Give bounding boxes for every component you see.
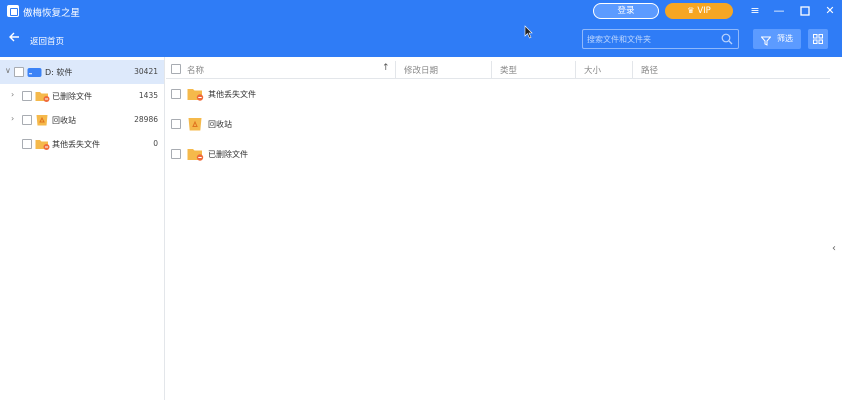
recycle-bin-icon (35, 114, 50, 126)
tree-item-label: 其他丢失文件 (52, 140, 100, 149)
tree-item-deleted-files[interactable]: › 已删除文件 1435 (0, 84, 164, 108)
column-divider[interactable] (632, 61, 633, 78)
view-toggle-button[interactable] (808, 29, 828, 49)
column-divider[interactable] (395, 61, 396, 78)
tree-item-label: 已删除文件 (52, 92, 92, 101)
column-modified-date[interactable]: 修改日期 (404, 64, 438, 76)
sort-ascending-icon[interactable]: ↑ (382, 63, 390, 73)
column-size[interactable]: 大小 (584, 64, 601, 76)
app-title: 傲梅恢复之星 (23, 8, 81, 19)
tree-item-label: D: 软件 (45, 68, 73, 77)
maximize-icon[interactable] (796, 3, 814, 19)
file-name: 回收站 (208, 120, 232, 129)
tree-item-count: 30421 (134, 67, 158, 76)
tree-checkbox[interactable] (22, 91, 32, 101)
drive-icon (27, 66, 42, 78)
login-button[interactable]: 登录 (593, 3, 659, 19)
tree-item-count: 28986 (134, 115, 158, 124)
file-name: 其他丢失文件 (208, 90, 256, 99)
tree-item-other-lost-files[interactable]: 其他丢失文件 0 (0, 132, 164, 156)
tree-checkbox[interactable] (14, 67, 24, 77)
tree-item-drive[interactable]: ∨ D: 软件 30421 (0, 60, 164, 84)
search-box (582, 29, 739, 49)
chevron-right-icon[interactable]: › (11, 114, 14, 123)
tree-item-count: 0 (153, 139, 158, 148)
select-all-checkbox[interactable] (171, 64, 181, 74)
vip-button[interactable]: ♛ VIP (665, 3, 733, 19)
mouse-cursor-icon (524, 25, 533, 42)
column-path[interactable]: 路径 (641, 64, 658, 76)
folder-tree: ∨ D: 软件 30421 › 已删除文件 1435 › 回收站 28986 其… (0, 57, 165, 400)
nav-bar: 返回首页 筛选 (0, 23, 842, 57)
back-arrow-icon[interactable] (8, 31, 20, 47)
chevron-left-icon[interactable]: ‹ (832, 243, 836, 254)
crown-icon: ♛ (687, 6, 695, 15)
file-name: 已删除文件 (208, 150, 248, 159)
folder-deleted-icon (187, 147, 204, 161)
search-icon[interactable] (721, 33, 733, 48)
tree-item-recycle-bin[interactable]: › 回收站 28986 (0, 108, 164, 132)
menu-icon[interactable]: ≡ (746, 3, 764, 19)
search-input[interactable] (587, 32, 717, 46)
file-row[interactable]: 已删除文件 (166, 140, 830, 168)
file-checkbox[interactable] (171, 149, 181, 159)
filter-label: 筛选 (777, 34, 793, 43)
title-bar: 傲梅恢复之星 登录 ♛ VIP ≡ — ✕ (0, 0, 842, 23)
file-row[interactable]: 其他丢失文件 (166, 80, 830, 108)
folder-lost-icon (35, 138, 50, 150)
column-name[interactable]: 名称 (187, 64, 204, 76)
tree-checkbox[interactable] (22, 139, 32, 149)
minimize-icon[interactable]: — (770, 3, 788, 19)
filter-icon (760, 34, 772, 54)
folder-lost-icon (187, 87, 204, 101)
grid-view-icon (813, 34, 823, 47)
file-row[interactable]: 回收站 (166, 110, 830, 138)
file-checkbox[interactable] (171, 89, 181, 99)
recycle-bin-icon (187, 117, 202, 131)
file-list-header: 名称 ↑ 修改日期 类型 大小 路径 (166, 61, 830, 79)
back-to-home-link[interactable]: 返回首页 (30, 35, 64, 47)
app-logo-icon (7, 5, 19, 17)
tree-item-count: 1435 (138, 91, 158, 100)
tree-checkbox[interactable] (22, 115, 32, 125)
chevron-down-icon[interactable]: ∨ (5, 66, 11, 75)
filter-button[interactable]: 筛选 (753, 29, 801, 49)
column-type[interactable]: 类型 (500, 64, 517, 76)
chevron-right-icon[interactable]: › (11, 90, 14, 99)
folder-deleted-icon (35, 90, 50, 102)
column-divider[interactable] (491, 61, 492, 78)
close-icon[interactable]: ✕ (821, 3, 839, 19)
vip-label: VIP (697, 6, 711, 16)
file-checkbox[interactable] (171, 119, 181, 129)
column-divider[interactable] (575, 61, 576, 78)
tree-item-label: 回收站 (52, 116, 76, 125)
